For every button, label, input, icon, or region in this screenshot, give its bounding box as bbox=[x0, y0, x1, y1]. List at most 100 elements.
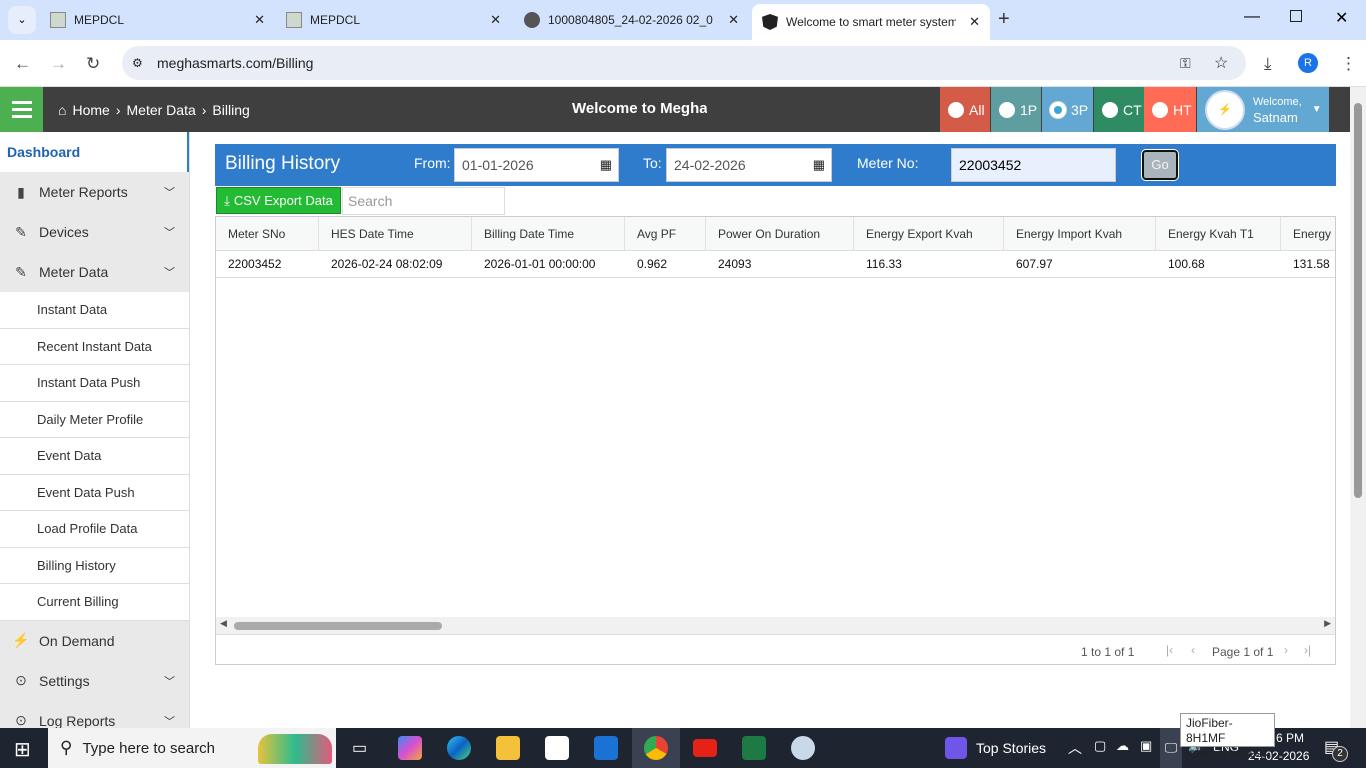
sidebar-item-event-data[interactable]: Event Data bbox=[0, 438, 189, 475]
sidebar-item-instant-data-push[interactable]: Instant Data Push bbox=[0, 365, 189, 402]
meter-no-input[interactable]: 22003452 bbox=[951, 148, 1116, 182]
column-header[interactable]: Energy Kvah T1 bbox=[1156, 217, 1281, 250]
column-header[interactable]: Energy Kvah T2 bbox=[1281, 217, 1335, 250]
breadcrumb-home[interactable]: Home bbox=[72, 102, 109, 118]
meet-now-icon[interactable]: ▢ bbox=[1094, 738, 1106, 754]
forward-icon[interactable]: → bbox=[50, 54, 67, 74]
close-tab-icon[interactable]: ✕ bbox=[728, 12, 739, 28]
sidebar-item-meter-data[interactable]: ✎ Meter Data ﹀ bbox=[0, 252, 189, 292]
url-input[interactable]: ⚙ meghasmarts.com/Billing ⚿ ☆ bbox=[122, 46, 1246, 80]
chevron-down-icon: ﹀ bbox=[164, 715, 175, 728]
next-page-icon[interactable]: › bbox=[1284, 643, 1288, 657]
onedrive-error-icon[interactable]: ☁ bbox=[1116, 738, 1129, 754]
column-header[interactable]: HES Date Time bbox=[319, 217, 472, 250]
sidebar-label: Meter Data bbox=[39, 264, 109, 280]
taskbar-search-input[interactable]: ⚲ Type here to search bbox=[48, 728, 336, 768]
sidebar-item-devices[interactable]: ✎ Devices ﹀ bbox=[0, 212, 189, 252]
reload-icon[interactable]: ↻ bbox=[86, 54, 100, 74]
csv-export-button[interactable]: ⤓ CSV Export Data bbox=[216, 187, 341, 214]
show-hidden-icons[interactable]: ︿ bbox=[1068, 738, 1082, 758]
scroll-left-icon[interactable]: ◀ bbox=[220, 618, 227, 629]
sidebar-item-meter-reports[interactable]: ▮ Meter Reports ﹀ bbox=[0, 172, 189, 212]
from-date-input[interactable]: 01-01-2026 ▦ bbox=[454, 148, 619, 182]
minimize-button[interactable]: — bbox=[1244, 8, 1260, 26]
table-row[interactable]: 22003452 2026-02-24 08:02:09 2026-01-01 00… bbox=[216, 251, 1335, 278]
scroll-right-icon[interactable]: ▶ bbox=[1324, 618, 1331, 629]
password-key-icon[interactable]: ⚿ bbox=[1180, 55, 1191, 72]
outlook-icon[interactable] bbox=[594, 736, 618, 760]
sidebar-item-recent-instant-data[interactable]: Recent Instant Data bbox=[0, 328, 189, 365]
go-button[interactable]: Go bbox=[1141, 149, 1179, 181]
sidebar-item-instant-data[interactable]: Instant Data bbox=[0, 292, 189, 329]
close-tab-icon[interactable]: ✕ bbox=[490, 12, 501, 28]
sidebar-item-load-profile-data[interactable]: Load Profile Data bbox=[0, 511, 189, 548]
calendar-icon[interactable]: ▦ bbox=[813, 157, 825, 173]
news-widget-icon[interactable] bbox=[945, 737, 967, 759]
column-header[interactable]: Power On Duration bbox=[706, 217, 854, 250]
browser-tab[interactable]: MEPDCL ✕ bbox=[276, 4, 511, 36]
hamburger-menu-button[interactable] bbox=[0, 87, 43, 132]
close-tab-icon[interactable]: ✕ bbox=[969, 14, 980, 30]
scrollbar-thumb[interactable] bbox=[234, 622, 442, 630]
column-header[interactable]: Energy Import Kvah bbox=[1004, 217, 1156, 250]
calendar-icon[interactable]: ▦ bbox=[600, 157, 612, 173]
excel-icon[interactable] bbox=[742, 736, 766, 760]
new-tab-button[interactable]: + bbox=[998, 8, 1010, 31]
page-scrollbar[interactable] bbox=[1350, 87, 1366, 728]
edge-icon[interactable] bbox=[447, 736, 471, 760]
clock-time[interactable]: 6 PM bbox=[1276, 731, 1304, 745]
breadcrumb-meter-data[interactable]: Meter Data bbox=[127, 102, 196, 118]
sidebar-item-daily-meter-profile[interactable]: Daily Meter Profile bbox=[0, 401, 189, 438]
file-explorer-icon[interactable] bbox=[496, 736, 520, 760]
copilot-icon[interactable] bbox=[398, 736, 422, 760]
download-icon[interactable]: ⤓ bbox=[1264, 54, 1272, 74]
first-page-icon[interactable]: |‹ bbox=[1166, 643, 1173, 657]
site-settings-icon[interactable]: ⚙ bbox=[132, 56, 143, 70]
news-widget-label[interactable]: Top Stories bbox=[976, 740, 1046, 756]
chrome-icon[interactable] bbox=[644, 736, 668, 760]
display-icon[interactable]: ▣ bbox=[1140, 738, 1152, 754]
network-icon[interactable]: 🖵 bbox=[1160, 728, 1182, 768]
filter-3p[interactable]: 3P bbox=[1042, 87, 1093, 132]
sidebar-item-log-reports[interactable]: ⊙ Log Reports ﹀ bbox=[0, 700, 189, 728]
sidebar-item-event-data-push[interactable]: Event Data Push bbox=[0, 474, 189, 511]
windows-start-icon[interactable]: ⊞ bbox=[14, 737, 31, 762]
close-window-button[interactable]: ✕ bbox=[1335, 8, 1348, 28]
sidebar-item-billing-history[interactable]: Billing History bbox=[0, 547, 189, 584]
sidebar-item-settings[interactable]: ⊙ Settings ﹀ bbox=[0, 660, 189, 701]
microsoft-store-icon[interactable] bbox=[545, 736, 569, 760]
tab-title: MEPDCL bbox=[310, 13, 361, 27]
youtube-icon[interactable] bbox=[693, 739, 717, 757]
sidebar-item-on-demand[interactable]: ⚡ On Demand bbox=[0, 620, 189, 661]
last-page-icon[interactable]: ›| bbox=[1304, 643, 1311, 657]
browser-tab[interactable]: 1000804805_24-02-2026 02_02_ ✕ bbox=[514, 4, 749, 36]
task-view-icon[interactable]: ▭ bbox=[352, 738, 367, 758]
filter-1p[interactable]: 1P bbox=[991, 87, 1041, 132]
restore-button[interactable] bbox=[1290, 10, 1302, 22]
browser-tab-active[interactable]: Welcome to smart meter system ✕ bbox=[752, 4, 990, 40]
prev-page-icon[interactable]: ‹ bbox=[1191, 643, 1195, 657]
column-header[interactable]: Energy Export Kvah bbox=[854, 217, 1004, 250]
sidebar-item-dashboard[interactable]: Dashboard bbox=[0, 132, 189, 172]
filter-ct[interactable]: CT bbox=[1094, 87, 1144, 132]
horizontal-scrollbar[interactable]: ◀ ▶ bbox=[216, 617, 1335, 634]
meter-no-label: Meter No: bbox=[857, 155, 919, 171]
sidebar-item-current-billing[interactable]: Current Billing bbox=[0, 584, 189, 621]
bookmark-star-icon[interactable]: ☆ bbox=[1214, 53, 1228, 73]
radio-icon bbox=[1152, 101, 1168, 118]
column-header[interactable]: Avg PF bbox=[625, 217, 706, 250]
profile-avatar[interactable]: R bbox=[1298, 53, 1318, 73]
column-header[interactable]: Meter SNo bbox=[216, 217, 319, 250]
user-menu[interactable]: ⚡ Welcome, Satnam ▼ bbox=[1197, 87, 1329, 132]
close-tab-icon[interactable]: ✕ bbox=[254, 12, 265, 28]
paint-icon[interactable] bbox=[791, 736, 815, 760]
browser-menu-icon[interactable]: ⋮ bbox=[1340, 54, 1357, 74]
tab-search-button[interactable]: ⌄ bbox=[8, 6, 36, 34]
filter-all[interactable]: All bbox=[940, 87, 990, 132]
column-header[interactable]: Billing Date Time bbox=[472, 217, 625, 250]
browser-tab[interactable]: MEPDCL ✕ bbox=[40, 4, 275, 36]
search-input[interactable]: Search bbox=[342, 187, 505, 215]
filter-ht[interactable]: HT bbox=[1144, 87, 1196, 132]
to-date-input[interactable]: 24-02-2026 ▦ bbox=[666, 148, 832, 182]
back-icon[interactable]: ← bbox=[14, 54, 31, 74]
